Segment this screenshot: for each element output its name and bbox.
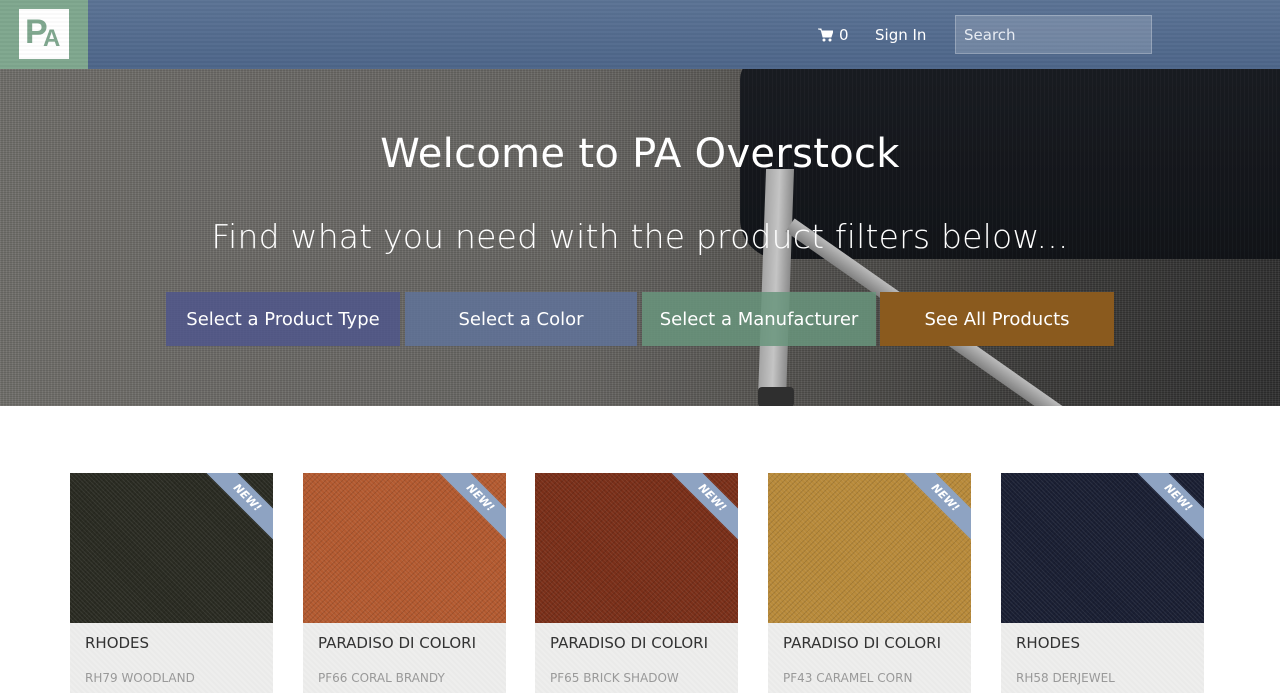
product-name: PARADISO DI COLORI <box>318 634 476 652</box>
product-swatch-image: NEW! <box>70 473 273 623</box>
new-badge: NEW! <box>1127 473 1204 549</box>
product-code: RH79 WOODLAND <box>85 671 195 685</box>
manufacturer-filter-button[interactable]: Select a Manufacturer <box>642 292 876 346</box>
product-swatch-image: NEW! <box>535 473 738 623</box>
hero-subtitle: Find what you need with the product filt… <box>211 217 1069 256</box>
product-code: PF43 CARAMEL CORN <box>783 671 913 685</box>
color-filter-button[interactable]: Select a Color <box>405 292 637 346</box>
cart-count: 0 <box>839 26 849 44</box>
product-card[interactable]: NEW! PARADISO DI COLORI PF43 CARAMEL COR… <box>768 473 971 693</box>
new-badge: NEW! <box>429 473 506 549</box>
product-swatch-image: NEW! <box>1001 473 1204 623</box>
cart-link[interactable]: 0 <box>818 26 849 44</box>
product-name: PARADISO DI COLORI <box>550 634 708 652</box>
product-name: RHODES <box>85 634 150 652</box>
cart-icon <box>818 28 833 42</box>
product-code: RH58 DERJEWEL <box>1016 671 1115 685</box>
product-name: RHODES <box>1016 634 1081 652</box>
logo[interactable]: PA <box>0 0 88 69</box>
search-input[interactable] <box>955 15 1152 54</box>
hero-banner: Welcome to PA Overstock Find what you ne… <box>0 69 1280 406</box>
product-code: PF65 BRICK SHADOW <box>550 671 679 685</box>
product-card[interactable]: NEW! PARADISO DI COLORI PF65 BRICK SHADO… <box>535 473 738 693</box>
product-card[interactable]: NEW! RHODES RH58 DERJEWEL <box>1001 473 1204 693</box>
product-type-filter-button[interactable]: Select a Product Type <box>166 292 400 346</box>
hero-title: Welcome to PA Overstock <box>380 131 900 177</box>
product-card[interactable]: NEW! PARADISO DI COLORI PF66 CORAL BRAND… <box>303 473 506 693</box>
logo-mark: PA <box>19 9 69 59</box>
product-name: PARADISO DI COLORI <box>783 634 941 652</box>
sign-in-link[interactable]: Sign In <box>875 26 926 44</box>
see-all-products-button[interactable]: See All Products <box>880 292 1114 346</box>
product-code: PF66 CORAL BRANDY <box>318 671 445 685</box>
product-swatch-image: NEW! <box>768 473 971 623</box>
new-badge: NEW! <box>661 473 738 549</box>
new-badge: NEW! <box>196 473 273 549</box>
product-swatch-image: NEW! <box>303 473 506 623</box>
product-card[interactable]: NEW! RHODES RH79 WOODLAND <box>70 473 273 693</box>
new-badge: NEW! <box>894 473 971 549</box>
